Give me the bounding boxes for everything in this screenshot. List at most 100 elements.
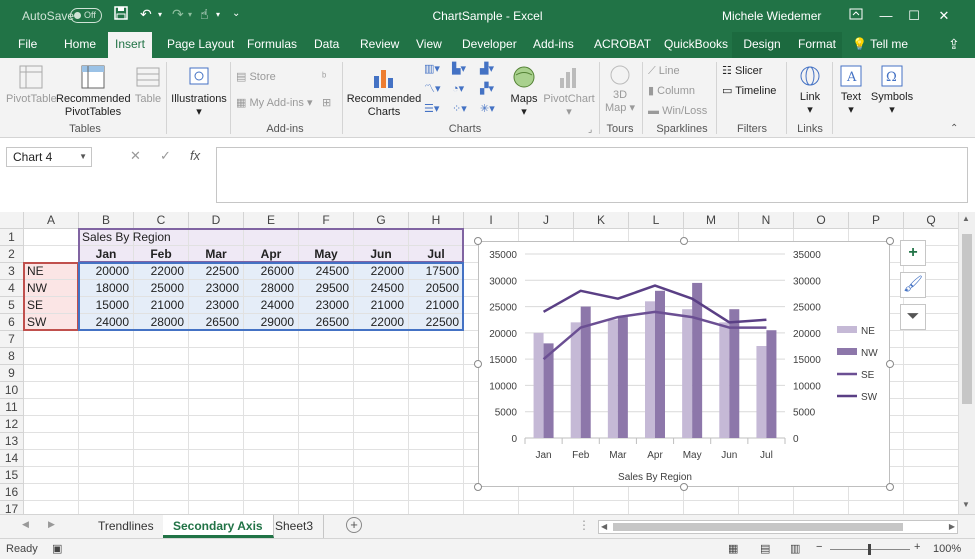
share-icon[interactable]: ⇪ — [944, 32, 964, 58]
cell[interactable] — [189, 416, 244, 433]
chart-filters-funnel-icon[interactable]: ⏷ — [900, 304, 926, 330]
row-header-9[interactable]: 9 — [0, 365, 24, 382]
cell[interactable] — [189, 433, 244, 450]
illustrations-button[interactable]: Illustrations ▾ — [170, 64, 228, 119]
cell[interactable] — [24, 501, 79, 514]
sheet-title-cell[interactable]: Sales By Region — [79, 229, 279, 246]
scroll-left-tabs-icon[interactable]: ◀ — [22, 519, 29, 530]
row-header-8[interactable]: 8 — [0, 348, 24, 365]
value-cell[interactable]: 15000 — [79, 297, 134, 314]
cell[interactable] — [409, 229, 464, 246]
cell[interactable] — [354, 484, 409, 501]
cell[interactable] — [904, 501, 959, 514]
select-all-corner[interactable] — [0, 212, 24, 229]
sheet-tab-trendlines[interactable]: Trendlines — [88, 515, 165, 538]
cell[interactable] — [299, 382, 354, 399]
table-button[interactable]: Table — [132, 64, 164, 106]
value-cell[interactable]: 24000 — [244, 297, 299, 314]
resize-handle[interactable] — [886, 360, 894, 368]
cell[interactable] — [354, 365, 409, 382]
cell[interactable] — [189, 399, 244, 416]
cell[interactable] — [299, 365, 354, 382]
cell[interactable] — [354, 433, 409, 450]
tab-format[interactable]: Format — [792, 32, 842, 58]
cell[interactable] — [904, 484, 959, 501]
cell[interactable] — [244, 365, 299, 382]
new-sheet-icon[interactable]: + — [346, 517, 362, 533]
cell[interactable] — [409, 433, 464, 450]
page-break-view-icon[interactable]: ▥ — [790, 542, 800, 555]
normal-view-icon[interactable]: ▦ — [728, 542, 738, 555]
column-header-e[interactable]: E — [244, 212, 299, 229]
resize-handle[interactable] — [680, 237, 688, 245]
value-cell[interactable]: 17500 — [409, 263, 464, 280]
tab-page-layout[interactable]: Page Layout — [163, 32, 238, 58]
cell[interactable] — [24, 433, 79, 450]
column-header-a[interactable]: A — [24, 212, 79, 229]
tab-split-handle-icon[interactable]: ⋮ — [578, 518, 590, 532]
cell[interactable] — [299, 416, 354, 433]
cell[interactable] — [189, 467, 244, 484]
cell[interactable] — [134, 399, 189, 416]
column-header-c[interactable]: C — [134, 212, 189, 229]
value-cell[interactable]: 28000 — [134, 314, 189, 331]
cell[interactable] — [354, 348, 409, 365]
region-label-cell[interactable]: NE — [24, 263, 79, 280]
cell[interactable] — [849, 501, 904, 514]
cell[interactable] — [904, 399, 959, 416]
row-header-15[interactable]: 15 — [0, 467, 24, 484]
scroll-left-icon[interactable]: ◀ — [601, 522, 607, 531]
people-graph-icon[interactable]: ⊞ — [322, 96, 331, 110]
tab-formulas[interactable]: Formulas — [243, 32, 301, 58]
row-header-13[interactable]: 13 — [0, 433, 24, 450]
value-cell[interactable]: 26500 — [299, 314, 354, 331]
cell[interactable] — [134, 467, 189, 484]
value-cell[interactable]: 29500 — [299, 280, 354, 297]
cell[interactable] — [409, 467, 464, 484]
maps-button[interactable]: Maps ▾ — [508, 64, 540, 119]
cell[interactable] — [739, 501, 794, 514]
collapse-ribbon-icon[interactable]: ⌃ — [950, 122, 958, 136]
cell[interactable] — [24, 246, 79, 263]
cell[interactable] — [24, 348, 79, 365]
zoom-in-icon[interactable]: + — [914, 541, 920, 553]
tab-design[interactable]: Design — [732, 32, 792, 58]
value-cell[interactable]: 20500 — [409, 280, 464, 297]
cell[interactable] — [244, 484, 299, 501]
cell[interactable] — [79, 433, 134, 450]
tab-view[interactable]: View — [412, 32, 446, 58]
resize-handle[interactable] — [886, 483, 894, 491]
cell[interactable] — [244, 501, 299, 514]
value-cell[interactable]: 20000 — [79, 263, 134, 280]
pie-chart-icon[interactable]: ◔▾ — [452, 82, 464, 96]
value-cell[interactable]: 29000 — [244, 314, 299, 331]
cell[interactable] — [904, 416, 959, 433]
resize-handle[interactable] — [474, 483, 482, 491]
tab-add-ins[interactable]: Add-ins — [529, 32, 578, 58]
value-cell[interactable]: 22000 — [134, 263, 189, 280]
cell[interactable] — [244, 399, 299, 416]
value-cell[interactable]: 23000 — [189, 297, 244, 314]
value-cell[interactable]: 26500 — [189, 314, 244, 331]
cell[interactable] — [244, 433, 299, 450]
column-chart-icon[interactable]: ▥▾ — [424, 62, 440, 76]
value-cell[interactable]: 21000 — [354, 297, 409, 314]
cell[interactable] — [134, 348, 189, 365]
cell[interactable] — [189, 331, 244, 348]
column-header-b[interactable]: B — [79, 212, 134, 229]
region-label-cell[interactable]: SW — [24, 314, 79, 331]
macro-record-icon[interactable]: ▣ — [52, 542, 62, 555]
cell[interactable] — [409, 416, 464, 433]
insert-function-icon[interactable]: fx — [190, 148, 200, 163]
ribbon-options-icon[interactable] — [842, 4, 870, 28]
scroll-down-icon[interactable]: ▼ — [962, 500, 970, 509]
row-header-10[interactable]: 10 — [0, 382, 24, 399]
cell[interactable] — [409, 399, 464, 416]
cell[interactable] — [299, 229, 354, 246]
cell[interactable] — [354, 399, 409, 416]
tab-acrobat[interactable]: ACROBAT — [590, 32, 655, 58]
cell[interactable] — [904, 348, 959, 365]
user-name[interactable]: Michele Wiedemer — [722, 9, 821, 23]
cell[interactable] — [904, 331, 959, 348]
cell[interactable] — [79, 382, 134, 399]
